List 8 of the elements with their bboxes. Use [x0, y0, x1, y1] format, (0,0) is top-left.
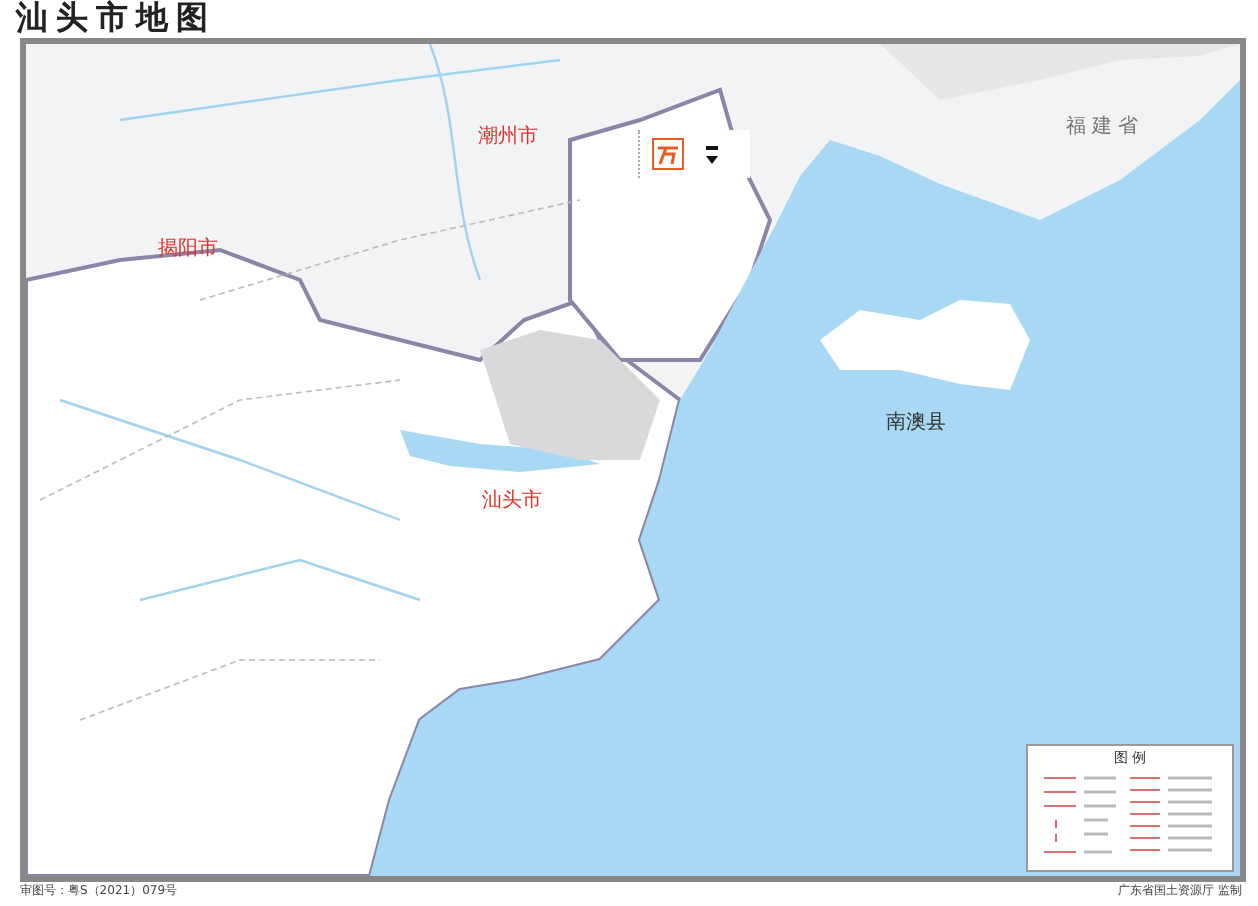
place-label: 南澳县 — [886, 414, 946, 434]
logo-icon — [652, 138, 684, 170]
dropdown-icon[interactable] — [704, 142, 720, 166]
map-title: 汕头市地图 — [16, 2, 216, 34]
place-label: 福建省 — [1066, 118, 1144, 138]
place-label: 揭阳市 — [158, 240, 218, 260]
place-label: 潮州市 — [478, 128, 538, 148]
place-label: 汕头市 — [482, 492, 542, 512]
